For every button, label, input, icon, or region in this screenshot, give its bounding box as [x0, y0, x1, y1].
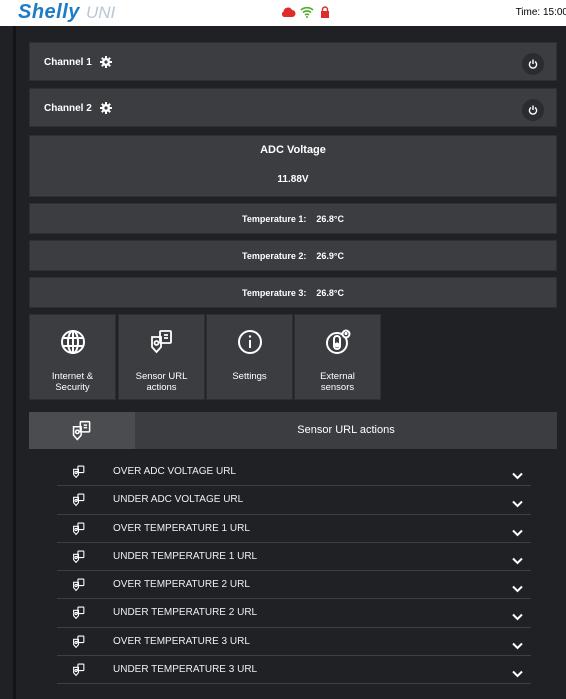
list-item[interactable]: OVER TEMPERATURE 2 URL: [57, 571, 531, 600]
channel-1-row: Channel 1: [29, 42, 557, 81]
tile-label: Sensor URL: [135, 371, 188, 382]
temperature-3-row: Temperature 3: 26.8°C: [29, 277, 557, 308]
list-item[interactable]: OVER TEMPERATURE 1 URL: [57, 515, 531, 543]
tile-label: External: [320, 371, 355, 382]
sensor-url-icon: [119, 329, 204, 355]
chevron-down-icon[interactable]: [512, 524, 523, 542]
chevron-down-icon[interactable]: [512, 665, 523, 683]
chevron-down-icon[interactable]: [512, 580, 523, 598]
sensor-url-icon: [72, 493, 86, 512]
list-item-label: UNDER TEMPERATURE 3 URL: [113, 663, 258, 675]
url-action-list: OVER ADC VOLTAGE URL UNDER ADC VOLTAGE U…: [57, 458, 531, 684]
tile-label: actions: [146, 382, 177, 393]
chevron-down-icon[interactable]: [512, 467, 523, 485]
cloud-icon: [280, 5, 296, 23]
list-item[interactable]: UNDER TEMPERATURE 2 URL: [57, 599, 531, 628]
temperature-1-row: Temperature 1: 26.8°C: [29, 203, 557, 234]
power-icon: [528, 59, 538, 69]
channel-2-label: Channel 2: [44, 103, 92, 114]
shelly-logo: Shelly: [18, 1, 80, 23]
adc-value: 11.88V: [277, 174, 309, 185]
list-item-label: OVER TEMPERATURE 2 URL: [113, 579, 250, 590]
info-icon: [207, 329, 292, 355]
sensor-url-icon: [72, 550, 86, 569]
temperature-value: 26.8°C: [316, 213, 344, 224]
lock-icon: [320, 5, 330, 23]
temperature-2-row: Temperature 2: 26.9°C: [29, 240, 557, 271]
external-sensor-icon: [295, 329, 380, 355]
product-name: UNI: [86, 3, 116, 22]
wifi-icon: [300, 5, 314, 23]
sensor-url-icon: [72, 578, 86, 597]
top-bar: Shelly UNI Time: 15:00: [0, 0, 566, 26]
sensor-url-icon: [29, 412, 135, 449]
tile-label: Security: [55, 382, 90, 393]
list-item-label: UNDER TEMPERATURE 1 URL: [113, 550, 258, 562]
temperature-label: Temperature 1:: [242, 213, 307, 224]
tile-sensor-url-actions[interactable]: Sensor URL actions: [118, 314, 205, 400]
list-item[interactable]: OVER TEMPERATURE 3 URL: [57, 628, 531, 656]
tile-label: sensors: [320, 382, 355, 393]
list-item[interactable]: UNDER ADC VOLTAGE URL: [57, 486, 531, 515]
sensor-url-icon: [72, 465, 86, 484]
adc-title: ADC Voltage: [260, 144, 326, 156]
temperature-value: 26.9°C: [316, 250, 344, 261]
chevron-down-icon[interactable]: [512, 637, 523, 655]
power-button[interactable]: [522, 53, 544, 75]
globe-icon: [30, 329, 115, 355]
temperature-value: 26.8°C: [316, 287, 344, 298]
sensor-url-icon: [72, 606, 86, 625]
sensor-url-icon: [72, 663, 86, 682]
list-item[interactable]: UNDER TEMPERATURE 1 URL: [57, 543, 531, 571]
temperature-label: Temperature 3:: [242, 287, 307, 298]
channel-2-row: Channel 2: [29, 88, 557, 127]
tile-external-sensors[interactable]: External sensors: [294, 314, 381, 400]
sensor-url-icon: [72, 635, 86, 654]
chevron-down-icon[interactable]: [512, 495, 523, 513]
list-item-label: OVER TEMPERATURE 1 URL: [113, 522, 250, 534]
channel-1-label: Channel 1: [44, 57, 92, 68]
chevron-down-icon[interactable]: [512, 608, 523, 626]
gear-icon[interactable]: [100, 55, 112, 73]
section-title: Sensor URL actions: [297, 424, 395, 436]
adc-voltage-panel: ADC Voltage 11.88V: [29, 135, 557, 197]
list-item-label: UNDER TEMPERATURE 2 URL: [113, 607, 258, 619]
temperature-label: Temperature 2:: [242, 250, 307, 261]
list-item-label: OVER TEMPERATURE 3 URL: [113, 635, 250, 647]
tile-settings[interactable]: Settings: [206, 314, 293, 400]
tile-label: Internet &: [51, 371, 94, 382]
tile-label: Settings: [232, 371, 267, 382]
chevron-down-icon[interactable]: [512, 552, 523, 570]
list-item[interactable]: UNDER TEMPERATURE 3 URL: [57, 656, 531, 684]
time-label: Time: 15:00: [515, 7, 566, 18]
sensor-url-actions-header: Sensor URL actions: [29, 412, 557, 449]
tile-internet-security[interactable]: Internet & Security: [29, 314, 116, 400]
gear-icon[interactable]: [100, 101, 112, 119]
list-item-label: OVER ADC VOLTAGE URL: [113, 466, 236, 477]
list-item[interactable]: OVER ADC VOLTAGE URL: [57, 458, 531, 487]
power-icon: [528, 105, 538, 115]
sensor-url-icon: [72, 522, 86, 541]
power-button[interactable]: [522, 99, 544, 121]
sidebar-edge: [13, 26, 16, 699]
list-item-label: UNDER ADC VOLTAGE URL: [113, 494, 244, 506]
